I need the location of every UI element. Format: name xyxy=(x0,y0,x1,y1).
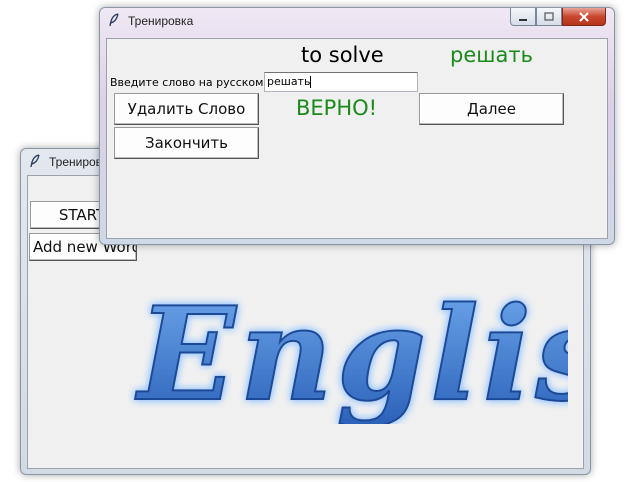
english-logo-text: English xyxy=(135,280,568,424)
english-logo: English xyxy=(134,279,568,424)
feather-icon xyxy=(30,154,40,168)
russian-answer-value: решать xyxy=(267,75,311,88)
close-icon xyxy=(579,11,589,22)
result-text: ВЕРНО! xyxy=(296,96,378,120)
close-button[interactable] xyxy=(562,8,606,26)
english-word: to solve xyxy=(301,43,384,67)
training-window-client: to solve решать Введите слово на русском… xyxy=(106,38,608,239)
text-caret xyxy=(310,76,312,88)
finish-button[interactable]: Закончить xyxy=(114,127,259,159)
minimize-button[interactable] xyxy=(510,8,536,26)
window-controls xyxy=(510,8,606,26)
minimize-icon xyxy=(519,18,527,21)
feather-icon xyxy=(109,13,119,27)
translation-word: решать xyxy=(450,43,533,67)
maximize-button[interactable] xyxy=(536,8,562,26)
maximize-icon xyxy=(544,11,554,21)
training-window: Тренировка to solve решать Введите слово… xyxy=(99,7,615,245)
russian-answer-input[interactable]: решать xyxy=(264,72,418,92)
delete-word-button[interactable]: Удалить Слово xyxy=(114,93,259,125)
training-window-titlebar[interactable]: Тренировка xyxy=(100,8,614,32)
russian-input-label: Введите слово на русском: xyxy=(110,76,268,89)
training-window-title: Тренировка xyxy=(128,14,194,28)
next-button[interactable]: Далее xyxy=(419,93,564,125)
